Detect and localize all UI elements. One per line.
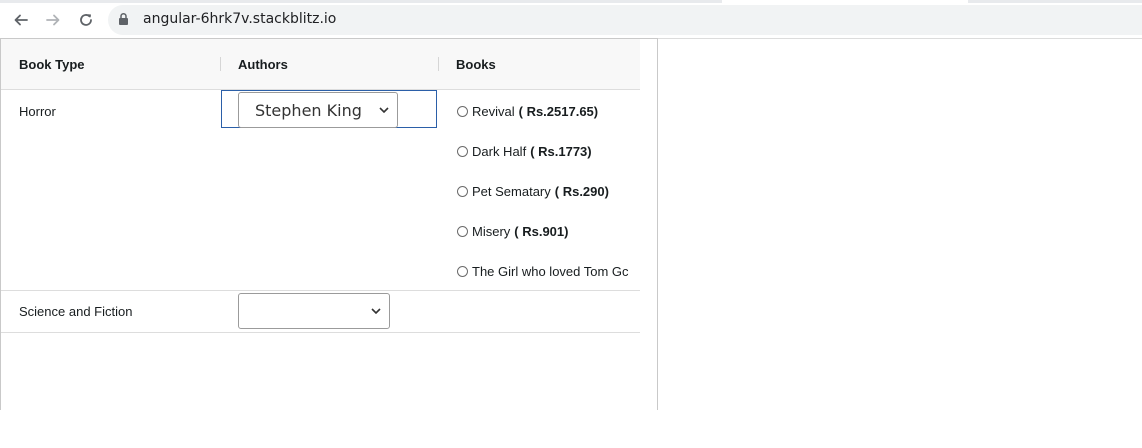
book-title: Dark Half: [472, 144, 527, 159]
radio-button[interactable]: [457, 226, 468, 237]
reload-icon: [80, 14, 92, 26]
book-title: Revival: [472, 104, 515, 119]
column-header-book-type[interactable]: Book Type: [19, 39, 85, 89]
grid-row: Science and Fiction: [1, 291, 640, 333]
forward-button[interactable]: [42, 9, 64, 31]
book-option[interactable]: The Girl who loved Tom Gc: [457, 264, 629, 279]
radio-button[interactable]: [457, 266, 468, 277]
tab-strip: [0, 0, 722, 3]
book-option[interactable]: Pet Sematary ( Rs.290): [457, 184, 609, 199]
tab-strip-right: [968, 0, 1142, 3]
book-title: Misery: [472, 224, 511, 239]
book-option[interactable]: Misery ( Rs.901): [457, 224, 568, 239]
book-title: Pet Sematary: [472, 184, 551, 199]
lock-icon: [119, 12, 128, 25]
author-select-value: Stephen King: [255, 100, 362, 120]
author-select[interactable]: Stephen King: [238, 92, 398, 128]
radio-button[interactable]: [457, 146, 468, 157]
browser-toolbar: angular-6hrk7v.stackblitz.io: [0, 0, 1142, 39]
book-price: ( Rs.1773): [530, 144, 592, 159]
radio-button[interactable]: [457, 186, 468, 197]
book-price: ( Rs.901): [514, 224, 569, 239]
book-type-cell: Horror: [19, 104, 56, 119]
book-price: ( Rs.290): [554, 184, 609, 199]
book-type-cell: Science and Fiction: [19, 304, 133, 319]
books-grid: Book Type Authors Books Horror Stephen K…: [0, 38, 658, 410]
column-separator[interactable]: [220, 57, 221, 71]
grid-row: Horror Stephen King Revival ( Rs.2517.65…: [1, 90, 640, 291]
url-text: angular-6hrk7v.stackblitz.io: [143, 11, 337, 27]
book-title: The Girl who loved Tom Gc: [472, 264, 629, 279]
book-price: ( Rs.2517.65): [518, 104, 599, 119]
forward-arrow-icon: [46, 14, 60, 26]
back-arrow-icon: [14, 14, 28, 26]
column-header-books[interactable]: Books: [456, 39, 496, 89]
column-header-authors[interactable]: Authors: [238, 39, 288, 89]
book-option[interactable]: Dark Half ( Rs.1773): [457, 144, 592, 159]
chevron-down-icon: [379, 107, 389, 113]
column-separator[interactable]: [438, 57, 439, 71]
radio-button[interactable]: [457, 106, 468, 117]
reload-button[interactable]: [75, 9, 97, 31]
back-button[interactable]: [10, 9, 32, 31]
book-option[interactable]: Revival ( Rs.2517.65): [457, 104, 598, 119]
grid-header: Book Type Authors Books: [1, 39, 640, 90]
chevron-down-icon: [371, 308, 381, 314]
author-select[interactable]: [238, 293, 390, 329]
